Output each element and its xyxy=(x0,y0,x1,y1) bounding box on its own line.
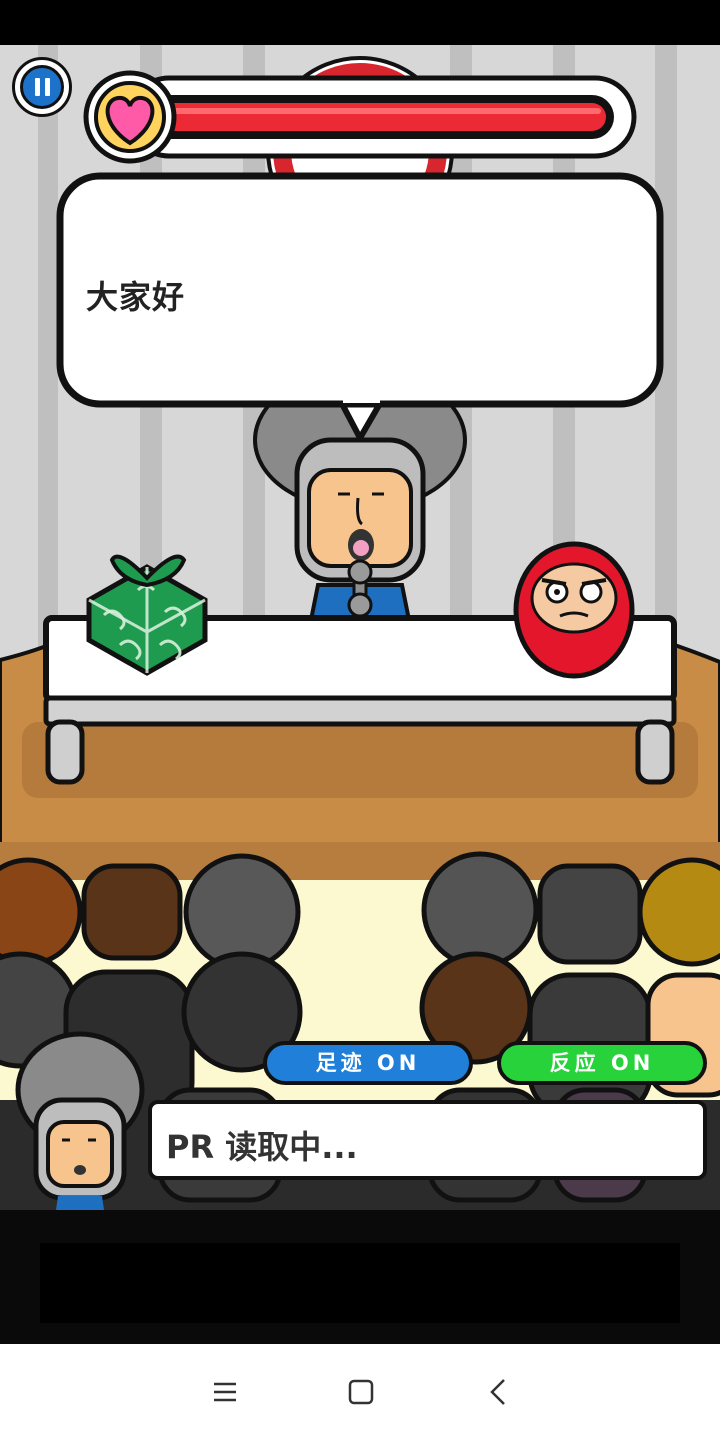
daruma-doll xyxy=(513,541,635,679)
pause-button[interactable] xyxy=(12,57,72,117)
stage-shadow xyxy=(22,722,698,798)
home-icon[interactable] xyxy=(343,1374,379,1410)
health-bar xyxy=(83,70,637,164)
speech-text: 大家好 xyxy=(86,278,186,316)
ad-slot xyxy=(40,1243,680,1323)
system-nav-bar xyxy=(0,1344,720,1440)
health-fill xyxy=(158,103,606,131)
reaction-toggle-button[interactable]: 反应 ON xyxy=(497,1041,707,1085)
menu-icon[interactable] xyxy=(207,1374,243,1410)
status-box: PR 读取中... xyxy=(148,1100,707,1180)
footprint-toggle-button[interactable]: 足迹 ON xyxy=(263,1041,473,1085)
status-text: PR 读取中... xyxy=(166,1128,358,1166)
back-icon[interactable] xyxy=(481,1374,517,1410)
game-scene xyxy=(0,0,720,1344)
top-letterbox xyxy=(0,0,720,45)
pause-icon xyxy=(20,65,64,109)
player-portrait xyxy=(15,1031,145,1210)
